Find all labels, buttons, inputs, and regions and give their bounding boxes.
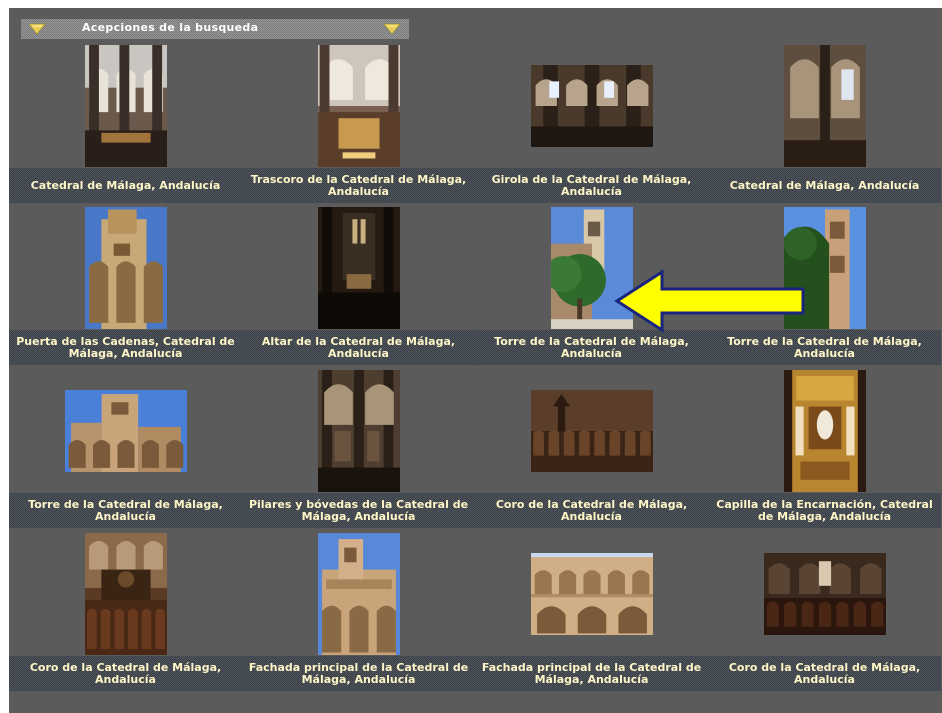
result-photo [764, 553, 886, 635]
thumbnail-area [475, 44, 708, 168]
result-thumbnail-link[interactable] [85, 533, 167, 655]
thumbnail-area [9, 532, 242, 656]
result-caption: Torre de la Catedral de Málaga, Andalucí… [494, 334, 689, 360]
result-photo [318, 45, 400, 167]
result-caption: Girola de la Catedral de Málaga, Andaluc… [491, 172, 692, 198]
result-photo [531, 553, 653, 635]
result-caption-link[interactable]: Capilla de la Encarnación, Catedral de M… [708, 493, 941, 528]
result-thumbnail-link[interactable] [531, 65, 653, 147]
result-thumbnail-link[interactable] [318, 45, 400, 167]
result-item[interactable]: Catedral de Málaga, Andalucía [9, 44, 242, 207]
result-caption-link[interactable]: Pilares y bóvedas de la Catedral de Mála… [242, 493, 475, 528]
result-caption: Pilares y bóvedas de la Catedral de Mála… [248, 497, 469, 523]
result-thumbnail-link[interactable] [85, 45, 167, 167]
result-caption-link[interactable]: Altar de la Catedral de Málaga, Andalucí… [242, 330, 475, 365]
result-caption: Fachada principal de la Catedral de Mála… [248, 660, 469, 686]
result-item[interactable]: Catedral de Málaga, Andalucía [708, 44, 941, 207]
result-item[interactable]: Altar de la Catedral de Málaga, Andalucí… [242, 206, 475, 369]
result-item[interactable]: Pilares y bóvedas de la Catedral de Mála… [242, 369, 475, 532]
result-caption: Capilla de la Encarnación, Catedral de M… [716, 497, 933, 523]
result-photo [784, 370, 866, 492]
result-caption: Altar de la Catedral de Málaga, Andalucí… [261, 334, 456, 360]
result-item[interactable]: Coro de la Catedral de Málaga, Andalucía [475, 369, 708, 532]
thumbnail-area [242, 532, 475, 656]
thumbnail-area [9, 369, 242, 493]
result-photo [531, 390, 653, 472]
result-item[interactable]: Capilla de la Encarnación, Catedral de M… [708, 369, 941, 532]
result-photo [784, 45, 866, 167]
result-thumbnail-link[interactable] [531, 553, 653, 635]
yellow-arrow-left-icon [614, 269, 805, 333]
result-caption-link[interactable]: Torre de la Catedral de Málaga, Andalucí… [708, 330, 941, 365]
result-caption: Torre de la Catedral de Málaga, Andalucí… [28, 497, 223, 523]
result-item[interactable]: Fachada principal de la Catedral de Mála… [475, 532, 708, 695]
result-caption-link[interactable]: Catedral de Málaga, Andalucía [708, 168, 941, 203]
result-thumbnail-link[interactable] [318, 207, 400, 329]
result-caption: Coro de la Catedral de Málaga, Andalucía [728, 660, 921, 686]
thumbnail-area [708, 44, 941, 168]
thumbnail-area [708, 369, 941, 493]
result-photo [65, 390, 187, 472]
result-item[interactable]: Girola de la Catedral de Málaga, Andaluc… [475, 44, 708, 207]
thumbnail-area [242, 44, 475, 168]
result-caption-link[interactable]: Fachada principal de la Catedral de Mála… [242, 656, 475, 691]
result-thumbnail-link[interactable] [784, 370, 866, 492]
result-caption-link[interactable]: Coro de la Catedral de Málaga, Andalucía [708, 656, 941, 691]
result-item[interactable]: Trascoro de la Catedral de Málaga, Andal… [242, 44, 475, 207]
result-thumbnail-link[interactable] [531, 390, 653, 472]
result-caption: Catedral de Málaga, Andalucía [729, 178, 920, 192]
result-caption: Coro de la Catedral de Málaga, Andalucía [29, 660, 222, 686]
result-photo [531, 65, 653, 147]
thumbnail-area [9, 44, 242, 168]
result-caption-link[interactable]: Trascoro de la Catedral de Málaga, Andal… [242, 168, 475, 203]
search-results-panel: Acepciones de la busqueda Catedral de Má… [9, 8, 942, 713]
result-item[interactable]: Puerta de las Cadenas, Catedral de Málag… [9, 206, 242, 369]
result-caption: Fachada principal de la Catedral de Mála… [481, 660, 702, 686]
thumbnail-area [9, 206, 242, 330]
thumbnail-area [242, 369, 475, 493]
result-item[interactable]: Coro de la Catedral de Málaga, Andalucía [9, 532, 242, 695]
thumbnail-area [708, 532, 941, 656]
result-photo [85, 207, 167, 329]
result-caption-link[interactable]: Coro de la Catedral de Málaga, Andalucía [475, 493, 708, 528]
result-item[interactable]: Coro de la Catedral de Málaga, Andalucía [708, 532, 941, 695]
result-caption: Catedral de Málaga, Andalucía [30, 178, 221, 192]
result-photo [318, 370, 400, 492]
result-caption-link[interactable]: Puerta de las Cadenas, Catedral de Málag… [9, 330, 242, 365]
result-caption-link[interactable]: Coro de la Catedral de Málaga, Andalucía [9, 656, 242, 691]
result-caption: Torre de la Catedral de Málaga, Andalucí… [727, 334, 922, 360]
result-thumbnail-link[interactable] [318, 533, 400, 655]
result-caption-link[interactable]: Torre de la Catedral de Málaga, Andalucí… [475, 330, 708, 365]
result-thumbnail-link[interactable] [318, 370, 400, 492]
result-item[interactable]: Torre de la Catedral de Málaga, Andalucí… [9, 369, 242, 532]
result-caption: Coro de la Catedral de Málaga, Andalucía [495, 497, 688, 523]
result-photo [85, 45, 167, 167]
result-item[interactable]: Fachada principal de la Catedral de Mála… [242, 532, 475, 695]
result-caption-link[interactable]: Catedral de Málaga, Andalucía [9, 168, 242, 203]
result-thumbnail-link[interactable] [65, 390, 187, 472]
result-photo [318, 533, 400, 655]
result-caption: Puerta de las Cadenas, Catedral de Málag… [16, 334, 235, 360]
result-caption-link[interactable]: Fachada principal de la Catedral de Mála… [475, 656, 708, 691]
thumbnail-area [242, 206, 475, 330]
result-caption-link[interactable]: Torre de la Catedral de Málaga, Andalucí… [9, 493, 242, 528]
result-caption-link[interactable]: Girola de la Catedral de Málaga, Andaluc… [475, 168, 708, 203]
thumbnail-area [475, 369, 708, 493]
results-grid: Catedral de Málaga, Andalucía Trascoro de… [9, 8, 942, 713]
result-thumbnail-link[interactable] [784, 45, 866, 167]
result-photo [85, 533, 167, 655]
thumbnail-area [475, 532, 708, 656]
result-caption: Trascoro de la Catedral de Málaga, Andal… [250, 172, 467, 198]
result-photo [318, 207, 400, 329]
result-thumbnail-link[interactable] [764, 553, 886, 635]
result-thumbnail-link[interactable] [85, 207, 167, 329]
